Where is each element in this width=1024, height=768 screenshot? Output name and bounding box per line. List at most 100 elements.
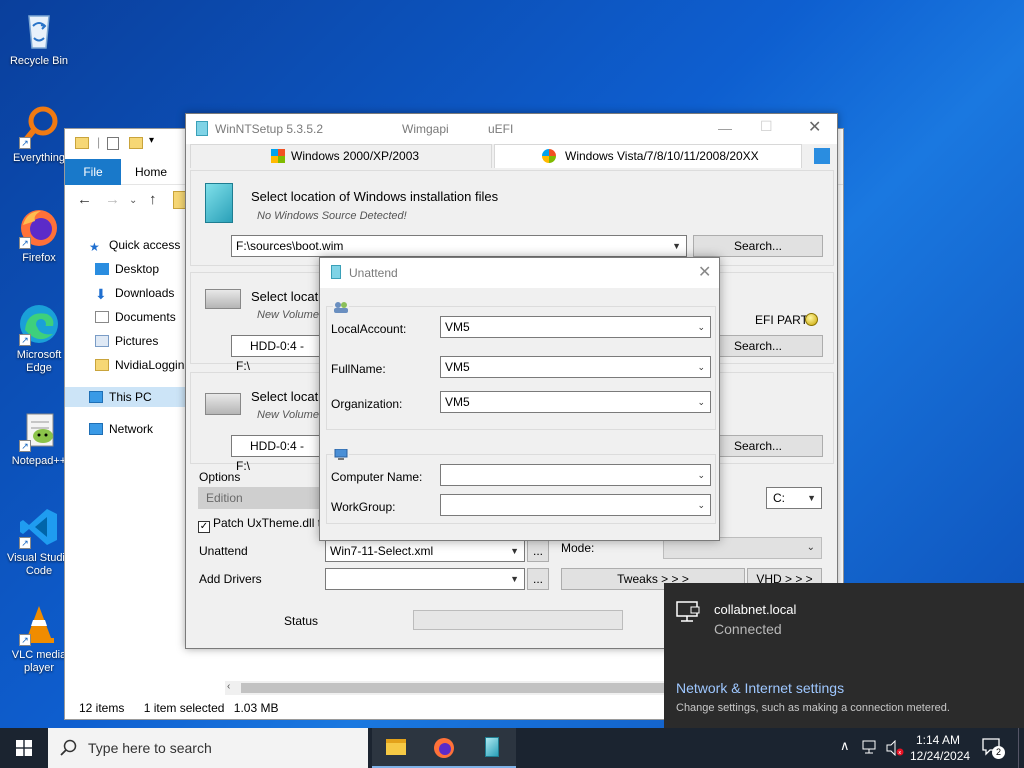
close-icon[interactable]: ✕ bbox=[808, 117, 821, 137]
network-connection-item[interactable]: collabnet.local Connected bbox=[664, 583, 1024, 653]
network-settings-description: Change settings, such as making a connec… bbox=[676, 702, 950, 714]
ribbon-home-tab[interactable]: Home bbox=[135, 159, 167, 185]
up-arrow-icon[interactable]: ↑ bbox=[149, 191, 157, 208]
svg-text:x: x bbox=[898, 750, 901, 756]
notification-center-button[interactable]: 2 bbox=[982, 738, 1005, 759]
tab-windows-vista-plus[interactable]: Windows Vista/7/8/10/11/2008/20XX bbox=[494, 144, 802, 168]
forward-arrow-icon[interactable]: → bbox=[105, 191, 120, 208]
checkbox-checked-icon[interactable]: ✓ bbox=[198, 521, 210, 533]
source-heading: Select location of Windows installation … bbox=[251, 189, 499, 204]
nav-pictures[interactable]: Pictures bbox=[95, 331, 158, 351]
taskbar-search-box[interactable]: Type here to search bbox=[48, 728, 368, 768]
start-button[interactable] bbox=[0, 728, 48, 768]
efi-status-indicator-icon bbox=[805, 313, 818, 326]
taskbar-file-explorer[interactable] bbox=[372, 728, 420, 768]
source-path-combo[interactable]: F:\sources\boot.wim ▼ bbox=[231, 235, 687, 257]
options-label: Options bbox=[199, 470, 241, 484]
source-group: Select location of Windows installation … bbox=[190, 170, 834, 266]
recycle-bin-icon bbox=[17, 8, 61, 52]
volume-muted-icon[interactable]: x bbox=[886, 740, 904, 756]
show-hidden-icons-chevron-icon[interactable]: ∧ bbox=[840, 738, 850, 754]
computer-name-combo[interactable]: ⌄ bbox=[440, 464, 711, 486]
taskbar-winntsetup[interactable] bbox=[468, 728, 516, 768]
status-label: Status bbox=[284, 614, 319, 628]
nav-downloads[interactable]: ⬇ Downloads bbox=[95, 283, 174, 303]
progress-bar bbox=[413, 610, 623, 630]
chevron-down-icon[interactable]: ▼ bbox=[807, 488, 816, 508]
chevron-down-icon[interactable]: ⌄ bbox=[807, 542, 815, 553]
drivers-browse-button[interactable]: ... bbox=[527, 568, 549, 590]
folder-icon bbox=[75, 137, 89, 149]
chevron-down-icon[interactable]: ⌄ bbox=[697, 392, 705, 412]
quick-access-toolbar-dropdown-icon[interactable]: ▾ bbox=[149, 135, 154, 146]
windows-xp-flag-icon bbox=[271, 149, 285, 163]
clock-date: 12/24/2024 bbox=[910, 749, 971, 763]
chevron-down-icon[interactable]: ⌄ bbox=[697, 357, 705, 377]
network-tray-icon[interactable] bbox=[862, 740, 880, 756]
patch-uxtheme-checkbox[interactable]: ✓ Patch UxTheme.dll t bbox=[198, 516, 321, 533]
chevron-down-icon[interactable]: ▼ bbox=[672, 236, 681, 256]
network-settings-link[interactable]: Network & Internet settings bbox=[676, 680, 844, 696]
nav-documents[interactable]: Documents bbox=[95, 307, 176, 327]
chevron-down-icon[interactable]: ⌄ bbox=[697, 495, 705, 515]
unattend-file-combo[interactable]: Win7-11-Select.xml ▼ bbox=[325, 540, 525, 562]
ribbon-file-tab[interactable]: File bbox=[65, 159, 121, 185]
nav-quick-access[interactable]: ★ Quick access bbox=[89, 235, 180, 255]
os-tabstrip: Windows 2000/XP/2003 Windows Vista/7/8/1… bbox=[186, 144, 837, 168]
tab-windows-xp[interactable]: Windows 2000/XP/2003 bbox=[190, 144, 492, 168]
local-account-combo[interactable]: VM5 ⌄ bbox=[440, 316, 711, 338]
workgroup-combo[interactable]: ⌄ bbox=[440, 494, 711, 516]
unattend-dialog[interactable]: Unattend ✕ LocalAccount: VM5 ⌄ FullName:… bbox=[319, 257, 720, 541]
chevron-down-icon[interactable]: ⌄ bbox=[697, 317, 705, 337]
maximize-icon[interactable]: ☐ bbox=[760, 118, 773, 135]
drive-letter-combo[interactable]: C: ▼ bbox=[766, 487, 822, 509]
unattend-titlebar[interactable]: Unattend ✕ bbox=[320, 258, 719, 288]
title-wimgapi: Wimgapi bbox=[402, 122, 449, 136]
nav-network[interactable]: Network bbox=[89, 419, 153, 439]
desktop-icon-label: Recycle Bin bbox=[9, 55, 69, 67]
edge-icon: ↗ bbox=[17, 302, 61, 346]
add-drivers-combo[interactable]: ▼ bbox=[325, 568, 525, 590]
explorer-status-bar: 12 items 1 item selected 1.03 MB bbox=[79, 701, 278, 715]
notepad-plus-plus-icon: ↗ bbox=[17, 408, 61, 452]
shortcut-arrow-icon: ↗ bbox=[19, 237, 31, 249]
new-folder-icon[interactable] bbox=[129, 137, 143, 149]
installation-files-icon bbox=[205, 183, 233, 223]
winntsetup-titlebar[interactable]: WinNTSetup 5.3.5.2 Wimgapi uEFI — ☐ ✕ bbox=[186, 114, 837, 144]
windows-logo-icon[interactable] bbox=[814, 148, 830, 164]
organization-combo[interactable]: VM5 ⌄ bbox=[440, 391, 711, 413]
shortcut-arrow-icon: ↗ bbox=[19, 137, 31, 149]
show-desktop-button[interactable] bbox=[1018, 728, 1024, 768]
network-name: collabnet.local bbox=[714, 602, 797, 617]
everything-icon: ↗ bbox=[17, 105, 61, 149]
chevron-down-icon[interactable]: ▼ bbox=[510, 569, 519, 589]
unattend-browse-button[interactable]: ... bbox=[527, 540, 549, 562]
install-drive-combo[interactable]: HDD-0:4 - F:\ bbox=[231, 435, 321, 473]
nav-nvidialogging[interactable]: NvidiaLoggin bbox=[95, 355, 184, 375]
back-arrow-icon[interactable]: ← bbox=[77, 191, 92, 208]
search-icon bbox=[60, 739, 77, 756]
full-name-combo[interactable]: VM5 ⌄ bbox=[440, 356, 711, 378]
edition-combo[interactable]: Edition bbox=[198, 487, 322, 509]
recent-locations-chevron-icon[interactable]: ⌄ bbox=[129, 195, 137, 206]
nav-desktop[interactable]: Desktop bbox=[95, 259, 159, 279]
desktop-icon-recycle-bin[interactable]: Recycle Bin bbox=[4, 8, 74, 68]
close-icon[interactable]: ✕ bbox=[698, 262, 711, 282]
nav-this-pc[interactable]: This PC bbox=[65, 387, 187, 407]
network-flyout: collabnet.local Connected Network & Inte… bbox=[664, 583, 1024, 728]
scroll-left-arrow-icon[interactable]: ‹ bbox=[227, 681, 230, 692]
boot-drive-combo[interactable]: HDD-0:4 - F:\ bbox=[231, 335, 321, 373]
install-heading: Select locati bbox=[251, 389, 322, 404]
minimize-icon[interactable]: — bbox=[718, 120, 732, 136]
chevron-down-icon[interactable]: ▼ bbox=[510, 541, 519, 561]
clock[interactable]: 1:14 AM 12/24/2024 bbox=[910, 732, 971, 764]
source-search-button[interactable]: Search... bbox=[693, 235, 823, 257]
local-account-label: LocalAccount: bbox=[331, 322, 407, 336]
chevron-down-icon[interactable]: ⌄ bbox=[697, 465, 705, 485]
mode-label: Mode: bbox=[561, 541, 595, 555]
selection-count: 1 item selected bbox=[143, 701, 225, 715]
vscode-icon: ↗ bbox=[17, 505, 61, 549]
item-count: 12 items bbox=[79, 701, 125, 715]
properties-icon[interactable] bbox=[107, 137, 119, 150]
taskbar-firefox[interactable] bbox=[420, 728, 468, 768]
